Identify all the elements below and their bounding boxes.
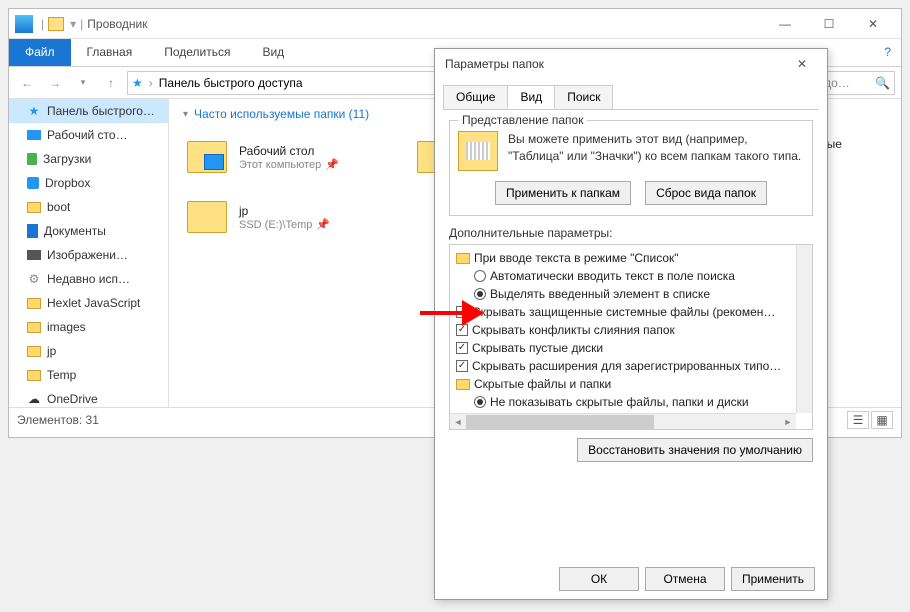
tree-row[interactable]: Скрывать расширения для зарегистрированн… [452,357,810,375]
dialog-tabs: ОбщиеВидПоиск [435,85,827,109]
scroll-right-button[interactable]: ► [780,414,796,430]
tree-row[interactable]: При вводе текста в режиме "Список" [452,249,810,267]
tree-row[interactable]: Скрытые файлы и папки [452,375,810,393]
tree-row[interactable]: Выделять введенный элемент в списке [452,285,810,303]
sidebar-item[interactable]: jp [9,339,168,363]
sidebar-item[interactable]: Dropbox [9,171,168,195]
sidebar-item[interactable]: ★Панель быстрого… [9,99,168,123]
checkbox[interactable] [456,360,468,372]
ribbon-tab-view[interactable]: Вид [246,39,300,66]
view-details-button[interactable]: ☰ [847,411,869,429]
close-button[interactable]: ✕ [851,10,895,38]
sidebar-item[interactable]: Hexlet JavaScript [9,291,168,315]
minimize-button[interactable]: — [763,10,807,38]
folder-views-group: Представление папок Вы можете применить … [449,120,813,216]
radio[interactable] [474,396,486,408]
dialog-tab[interactable]: Общие [443,85,508,109]
address-text: Панель быстрого доступа [159,76,303,90]
folder-item[interactable]: jpSSD (E:)\Temp📌 [183,189,393,245]
advanced-label: Дополнительные параметры: [449,226,813,240]
help-button[interactable]: ? [874,39,901,66]
tree-row[interactable]: Автоматически вводить текст в поле поиск… [452,267,810,285]
folder-icon [48,17,64,31]
status-text: Элементов: 31 [17,413,99,427]
folder-icon [456,253,470,264]
cancel-button[interactable]: Отмена [645,567,725,591]
radio[interactable] [474,270,486,282]
advanced-tree[interactable]: При вводе текста в режиме "Список"Автома… [449,244,813,430]
scroll-thumb[interactable] [466,415,654,429]
dialog-titlebar[interactable]: Параметры папок ✕ [435,49,827,79]
folder-icon [458,131,498,171]
vertical-scrollbar[interactable] [796,245,812,413]
back-button[interactable]: ← [15,71,39,95]
file-menu[interactable]: Файл [9,39,71,66]
sidebar-item[interactable]: ☁OneDrive [9,387,168,407]
checkbox[interactable] [456,342,468,354]
restore-defaults-button[interactable]: Восстановить значения по умолчанию [577,438,813,462]
titlebar[interactable]: | ▾ | Проводник — ☐ ✕ [9,9,901,39]
sidebar-item[interactable]: boot [9,195,168,219]
tree-row[interactable]: Не показывать скрытые файлы, папки и дис… [452,393,810,411]
tree-row[interactable]: Скрывать пустые диски [452,339,810,357]
maximize-button[interactable]: ☐ [807,10,851,38]
search-icon: 🔍 [875,76,890,90]
sidebar-item[interactable]: Temp [9,363,168,387]
scroll-left-button[interactable]: ◄ [450,414,466,430]
sidebar-item[interactable]: Изображени… [9,243,168,267]
tree-row[interactable]: Скрывать защищенные системные файлы (рек… [452,303,810,321]
forward-button[interactable]: → [43,71,67,95]
history-button[interactable]: ▾ [71,71,95,95]
sidebar-item[interactable]: Документы [9,219,168,243]
folder-options-dialog: Параметры папок ✕ ОбщиеВидПоиск Представ… [434,48,828,600]
dialog-title: Параметры папок [445,57,544,71]
sidebar-item[interactable]: images [9,315,168,339]
group-text: Вы можете применить этот вид (например, … [508,131,804,171]
radio[interactable] [474,288,486,300]
dialog-tab[interactable]: Поиск [554,85,613,109]
tree-row[interactable]: Скрывать конфликты слияния папок [452,321,810,339]
sidebar: ★Панель быстрого…Рабочий сто…ЗагрузкиDro… [9,99,169,407]
chevron-down-icon: ▾ [183,109,188,120]
sidebar-item[interactable]: ⚙Недавно исп… [9,267,168,291]
apply-button[interactable]: Применить [731,567,815,591]
dialog-tab[interactable]: Вид [507,85,555,109]
ribbon-tab-home[interactable]: Главная [71,39,149,66]
horizontal-scrollbar[interactable]: ◄ ► [450,413,796,429]
folder-item[interactable]: Рабочий столЭтот компьютер📌 [183,129,393,185]
ok-button[interactable]: ОК [559,567,639,591]
apply-to-folders-button[interactable]: Применить к папкам [495,181,631,205]
explorer-icon [15,15,33,33]
window-title: Проводник [87,17,147,31]
up-button[interactable]: ↑ [99,71,123,95]
reset-folders-button[interactable]: Сброс вида папок [645,181,767,205]
folder-icon [456,379,470,390]
view-icons-button[interactable]: ▦ [871,411,893,429]
dialog-close-button[interactable]: ✕ [787,50,817,78]
star-icon: ★ [132,76,143,90]
sidebar-item[interactable]: Рабочий сто… [9,123,168,147]
sidebar-item[interactable]: Загрузки [9,147,168,171]
group-title: Представление папок [458,113,587,127]
ribbon-tab-share[interactable]: Поделиться [148,39,246,66]
